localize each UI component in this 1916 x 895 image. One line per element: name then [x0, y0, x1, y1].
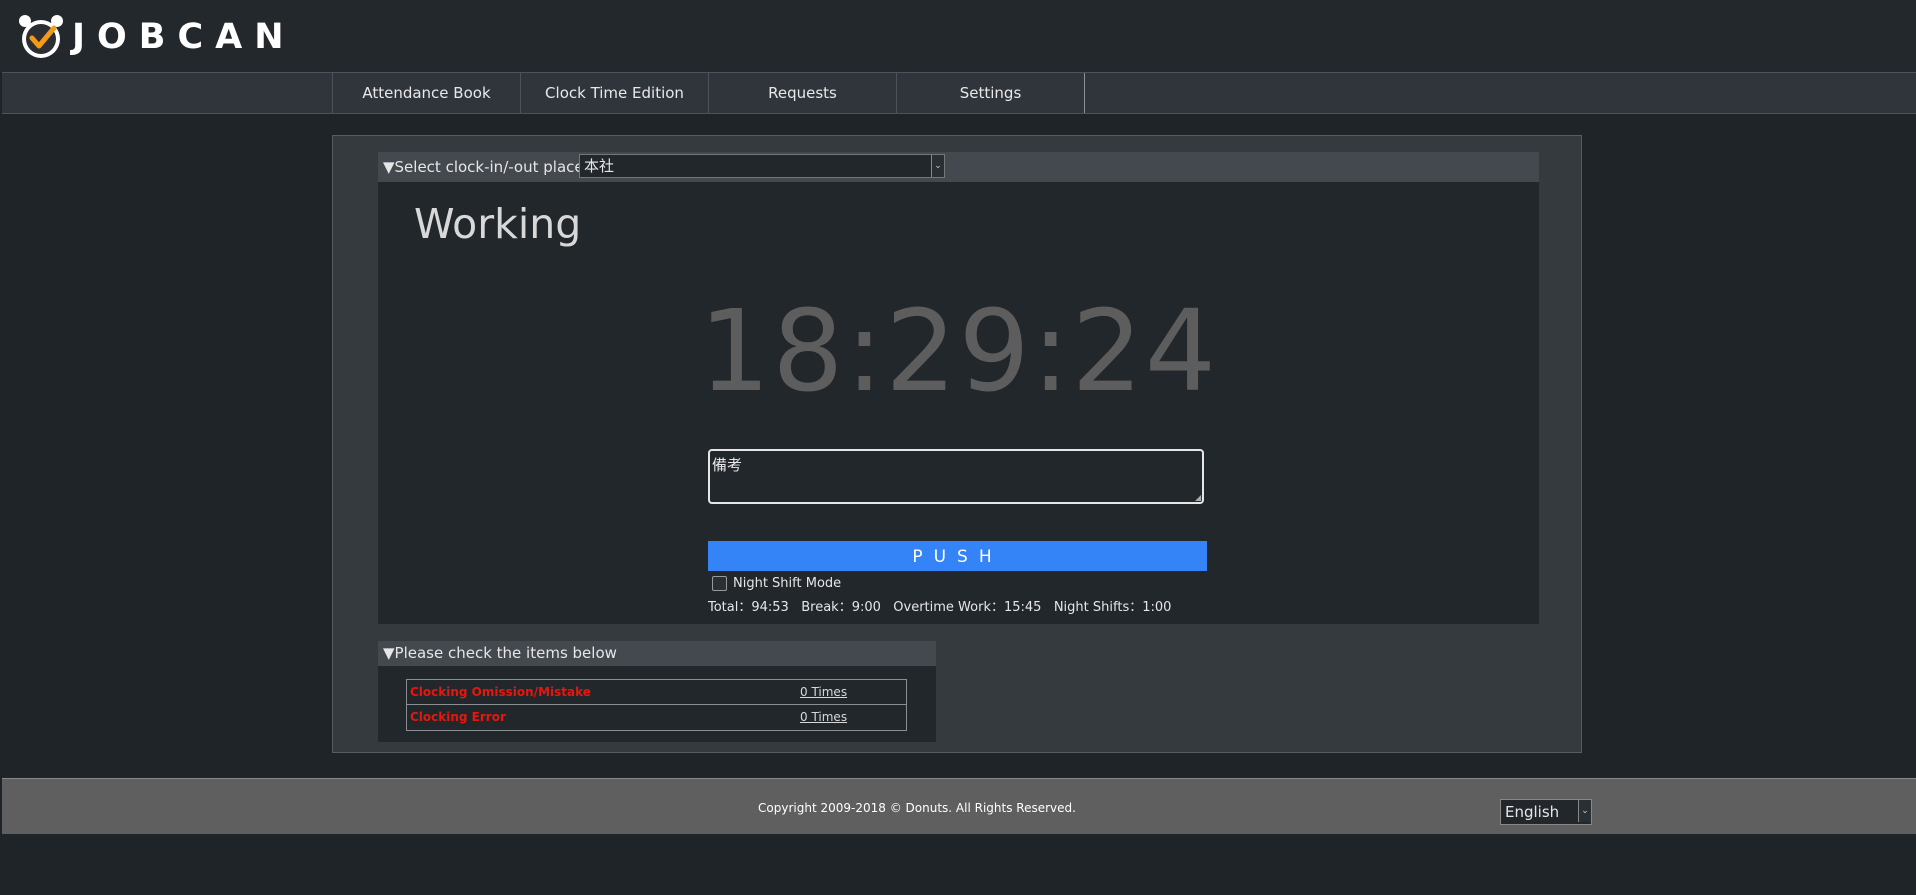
nav-attendance-book[interactable]: Attendance Book [333, 73, 521, 113]
check-items-box: ▼Please check the items below Clocking O… [378, 641, 936, 742]
clock-main: Working 18:29:24 備考 ◢ PUSH Night Shift M… [378, 182, 1539, 624]
chevron-down-icon[interactable]: ⌄ [931, 155, 944, 177]
place-label[interactable]: ▼Select clock-in/-out place [383, 158, 584, 176]
language-selected-value: English [1505, 803, 1560, 821]
check-item-count-link[interactable]: 0 Times [800, 680, 847, 704]
chevron-down-icon[interactable]: ⌄ [1578, 800, 1591, 822]
check-item-label: Clocking Omission/Mistake [410, 685, 591, 699]
current-time-clock: 18:29:24 [698, 287, 1218, 417]
resize-grip-icon[interactable]: ◢ [1195, 493, 1203, 502]
work-status-title: Working [414, 200, 582, 248]
night-shift-checkbox[interactable] [712, 576, 727, 591]
note-input[interactable]: 備考 [708, 449, 1204, 504]
footer: Copyright 2009-2018 © Donuts. All Rights… [2, 778, 1916, 834]
check-item-count-link[interactable]: 0 Times [800, 705, 847, 730]
nav-settings[interactable]: Settings [897, 73, 1084, 113]
place-bar: ▼Select clock-in/-out place 本社 ⌄ [378, 152, 1539, 182]
place-select[interactable]: 本社 ⌄ [579, 154, 945, 178]
table-row: Clocking Error 0 Times [407, 705, 906, 730]
night-shift-row: Night Shift Mode [708, 576, 841, 591]
place-selected-value: 本社 [584, 157, 615, 175]
header: JOBCAN [0, 0, 1916, 72]
language-select[interactable]: English ⌄ [1500, 799, 1592, 825]
nav-requests[interactable]: Requests [709, 73, 897, 113]
main-nav: Attendance Book Clock Time Edition Reque… [2, 72, 1916, 114]
logo-text: JOBCAN [72, 17, 296, 57]
alarm-clock-check-icon [18, 14, 64, 60]
check-items-header[interactable]: ▼Please check the items below [378, 641, 936, 666]
night-shift-label: Night Shift Mode [733, 576, 842, 591]
logo[interactable]: JOBCAN [18, 14, 296, 60]
push-button[interactable]: PUSH [708, 541, 1207, 571]
table-row: Clocking Omission/Mistake 0 Times [407, 680, 906, 705]
clock-panel: ▼Select clock-in/-out place 本社 ⌄ Working… [332, 135, 1582, 753]
nav-clock-time-edition[interactable]: Clock Time Edition [521, 73, 709, 113]
check-items-table: Clocking Omission/Mistake 0 Times Clocki… [406, 679, 907, 731]
work-summary-stats: Total：94:53 Break：9:00 Overtime Work：15:… [708, 600, 1172, 615]
check-item-label: Clocking Error [410, 710, 506, 724]
